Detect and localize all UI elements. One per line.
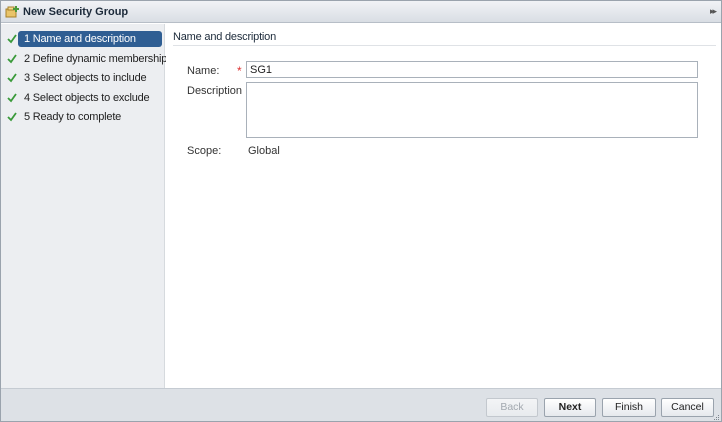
finish-button[interactable]: Finish bbox=[602, 398, 656, 417]
checkmark-icon bbox=[7, 32, 17, 45]
checkmark-icon bbox=[7, 110, 17, 123]
step-label: 5 Ready to complete bbox=[24, 111, 122, 123]
new-security-group-dialog: New Security Group ▸▸ 1 Name and descrip… bbox=[0, 0, 722, 422]
step-content-panel: Name and description Name: * Description… bbox=[166, 24, 721, 388]
step-select-objects-to-include[interactable]: 3 Select objects to include bbox=[1, 70, 165, 86]
step-define-dynamic-membership[interactable]: 2 Define dynamic membership bbox=[1, 51, 167, 67]
step-label: 2 Define dynamic membership bbox=[24, 53, 168, 65]
scope-label: Scope: bbox=[187, 145, 222, 157]
cancel-button[interactable]: Cancel bbox=[661, 398, 714, 417]
checkmark-icon bbox=[7, 52, 17, 65]
section-divider bbox=[173, 45, 716, 46]
double-chevron-right-icon[interactable]: ▸▸ bbox=[710, 6, 717, 17]
section-title: Name and description bbox=[173, 31, 277, 43]
name-input[interactable] bbox=[246, 61, 698, 78]
step-select-objects-to-exclude[interactable]: 4 Select objects to exclude bbox=[1, 90, 165, 106]
next-button[interactable]: Next bbox=[544, 398, 596, 417]
name-label: Name: bbox=[187, 65, 220, 77]
checkmark-icon bbox=[7, 91, 17, 104]
wizard-footer: Back Next Finish Cancel bbox=[1, 388, 721, 421]
description-label: Description bbox=[187, 85, 243, 97]
step-label: 1 Name and description bbox=[18, 31, 162, 47]
scope-value: Global bbox=[248, 145, 280, 157]
security-group-add-icon bbox=[5, 5, 19, 18]
step-label: 4 Select objects to exclude bbox=[24, 92, 150, 104]
title-bar[interactable]: New Security Group ▸▸ bbox=[1, 1, 721, 23]
checkmark-icon bbox=[7, 71, 17, 84]
description-textarea[interactable] bbox=[246, 82, 698, 138]
step-ready-to-complete[interactable]: 5 Ready to complete bbox=[1, 109, 165, 125]
wizard-steps-sidebar: 1 Name and description 2 Define dynamic … bbox=[1, 24, 167, 388]
step-name-and-description[interactable]: 1 Name and description bbox=[1, 31, 165, 47]
back-button[interactable]: Back bbox=[486, 398, 538, 417]
dialog-title: New Security Group bbox=[23, 6, 129, 18]
step-label: 3 Select objects to include bbox=[24, 72, 147, 84]
resize-grip-icon[interactable] bbox=[712, 412, 720, 420]
required-asterisk: * bbox=[237, 64, 242, 78]
